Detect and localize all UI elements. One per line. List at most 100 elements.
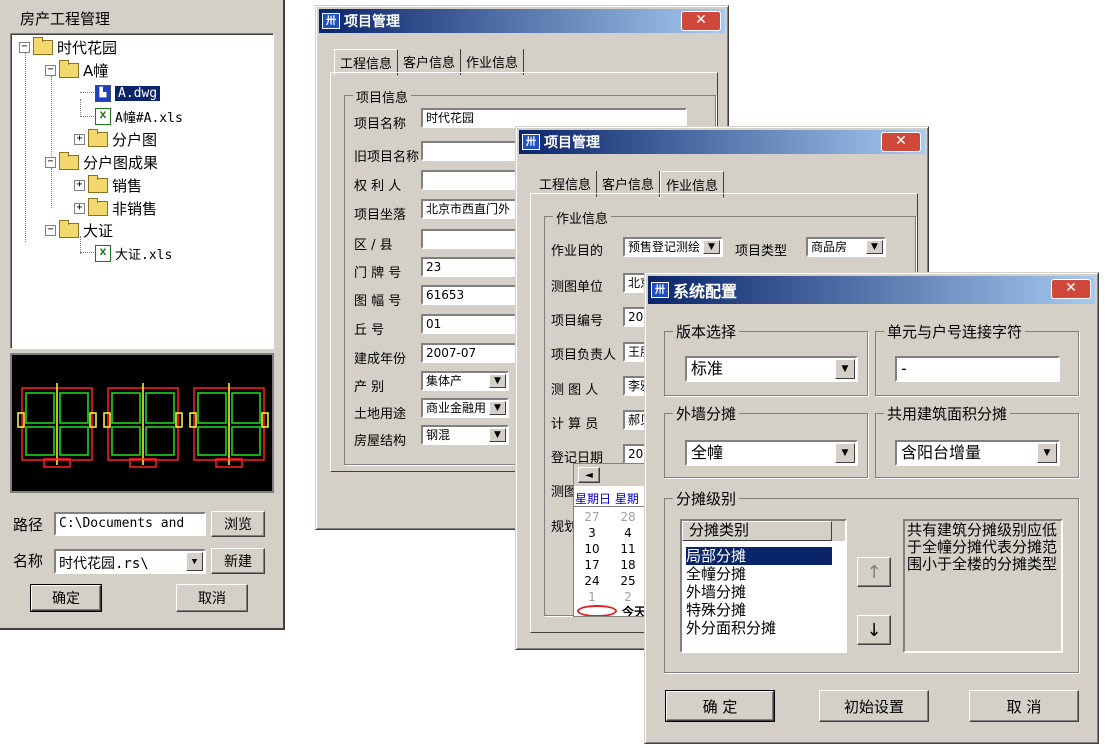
old-project-name-field[interactable] [421,141,521,161]
calendar-day[interactable]: 4 [610,526,646,540]
tree-item-unit-plan[interactable]: + 分户图 [74,128,157,149]
list-header[interactable]: 分摊类别 [682,521,832,541]
close-icon[interactable]: ✕ [1051,279,1091,299]
collapse-icon[interactable]: − [19,41,30,53]
version-select[interactable]: 标准 ▼ [685,356,858,382]
dwg-file-icon: ▙ [95,84,111,102]
tree-item-building-a[interactable]: − A幢 [45,59,108,80]
name-select[interactable]: 时代花园.rs\ ▼ [54,549,206,574]
shared-area-select[interactable]: 含阳台增量 ▼ [895,440,1060,466]
calendar-day[interactable]: 3 [574,526,610,540]
calendar-day[interactable]: 18 [610,558,646,572]
list-item[interactable]: 外分面积分摊 [686,619,776,637]
today-link[interactable]: 今天 [622,603,646,616]
calendar-day[interactable]: 28 [610,510,646,524]
cancel-button[interactable]: 取消 [176,584,248,612]
calendar-day[interactable]: 10 [574,542,610,556]
location-field[interactable]: 北京市西直门外 [421,199,521,219]
ok-button[interactable]: 确 定 [665,690,775,722]
prev-month-button[interactable]: ◄ [578,467,600,483]
field-label: 旧项目名称 [354,150,420,165]
field-label: 项目编号 [551,314,604,329]
init-settings-button[interactable]: 初始设置 [819,690,929,722]
folder-icon [88,197,108,216]
calendar-day[interactable]: 2 [610,590,646,604]
allocation-description: 共有建筑分摊级别应低于全幢分摊代表分摊范围小于全楼的分摊类型 [903,519,1063,653]
calendar-day[interactable]: 27 [574,510,610,524]
project-tree[interactable]: − 时代花园 − A幢 ▙ A.dwg X A幢#A.xls + 分户图 − 分… [10,33,274,349]
project-type-select[interactable]: 商品房 ▼ [806,237,886,257]
tree-item-big-cert-file[interactable]: X 大证.xls [95,243,172,263]
today-marker-icon [577,605,617,616]
collapse-icon[interactable]: − [45,64,56,76]
calendar-day[interactable]: 24 [574,574,610,588]
parcel-number-field[interactable]: 01 [421,314,521,334]
structure-select[interactable]: 钢混 ▼ [421,425,509,445]
close-icon[interactable]: ✕ [681,11,721,31]
ok-button[interactable]: 确定 [30,584,102,612]
ownership-type-select[interactable]: 集体产 ▼ [421,371,509,391]
list-item[interactable]: 全幢分摊 [686,565,746,583]
project-name-field[interactable]: 时代花园 [421,108,687,128]
dropdown-arrow-icon[interactable]: ▼ [489,401,506,415]
purpose-select[interactable]: 预售登记测绘 ▼ [623,237,723,257]
field-label: 丘 号 [354,323,385,338]
folder-icon [59,59,79,78]
allocation-type-list[interactable]: 分摊类别 局部分摊 全幢分摊 外墙分摊 特殊分摊 外分面积分摊 [680,519,847,653]
dropdown-arrow-icon[interactable]: ▼ [489,374,506,388]
field-label: 产 别 [354,380,385,395]
expand-icon[interactable]: + [74,133,85,145]
path-label: 路径 [13,516,44,534]
expand-icon[interactable]: + [74,202,85,214]
move-down-button[interactable]: ↓ [857,615,891,645]
tree-item-unit-plan-result[interactable]: − 分户图成果 [45,151,158,172]
dropdown-arrow-icon[interactable]: ▼ [1037,443,1057,463]
calendar-day[interactable]: 11 [610,542,646,556]
calendar-day[interactable]: 25 [610,574,646,588]
door-number-field[interactable]: 23 [421,257,521,277]
cancel-button[interactable]: 取 消 [969,690,1079,722]
dropdown-arrow-icon[interactable]: ▼ [835,443,855,463]
collapse-icon[interactable]: − [45,224,56,236]
move-up-button[interactable]: ↑ [857,557,891,587]
owner-field[interactable] [421,170,521,190]
close-icon[interactable]: ✕ [881,132,921,152]
calendar-day[interactable]: 17 [574,558,610,572]
dropdown-arrow-icon[interactable]: ▼ [835,359,855,379]
build-year-field[interactable]: 2007-07 [421,343,521,363]
connector-field[interactable]: - [895,356,1060,382]
list-item[interactable]: 外墙分摊 [686,583,746,601]
tree-item-file-xls[interactable]: X A幢#A.xls [95,106,183,126]
calendar-weekday-header: 星期日 星期 [575,492,639,506]
folder-icon [88,174,108,193]
folder-icon [59,219,79,238]
xls-file-icon: X [95,244,111,262]
browse-button[interactable]: 浏览 [211,511,265,537]
list-item[interactable]: 特殊分摊 [686,601,746,619]
collapse-icon[interactable]: − [45,156,56,168]
dropdown-arrow-icon[interactable]: ▼ [866,240,883,254]
outer-wall-select[interactable]: 全幢 ▼ [685,440,858,466]
field-label: 测 图 人 [551,383,599,398]
tree-item-sales[interactable]: + 销售 [74,174,142,195]
field-label: 项目负责人 [551,348,617,363]
calendar-day[interactable]: 1 [574,590,610,604]
new-button[interactable]: 新建 [211,548,265,574]
tree-item-non-sales[interactable]: + 非销售 [74,197,157,218]
dropdown-arrow-icon[interactable]: ▼ [703,240,720,254]
calendar-week: 1 2 [574,590,646,604]
field-label: 房屋结构 [354,434,407,449]
district-field[interactable] [421,229,521,249]
tree-item-root[interactable]: − 时代花园 [19,36,117,57]
dropdown-arrow-icon[interactable]: ▼ [186,552,203,571]
path-field[interactable]: C:\Documents and [54,512,206,536]
tree-item-big-cert[interactable]: − 大证 [45,219,113,240]
land-use-select[interactable]: 商业金融用 ▼ [421,398,509,418]
list-item[interactable]: 局部分摊 [686,547,832,565]
calendar-week: 10 11 [574,542,646,556]
calendar-week: 27 28 [574,510,646,524]
dropdown-arrow-icon[interactable]: ▼ [489,428,506,442]
expand-icon[interactable]: + [74,179,85,191]
tree-item-file-dwg[interactable]: ▙ A.dwg [95,83,161,103]
map-sheet-field[interactable]: 61653 [421,285,521,305]
